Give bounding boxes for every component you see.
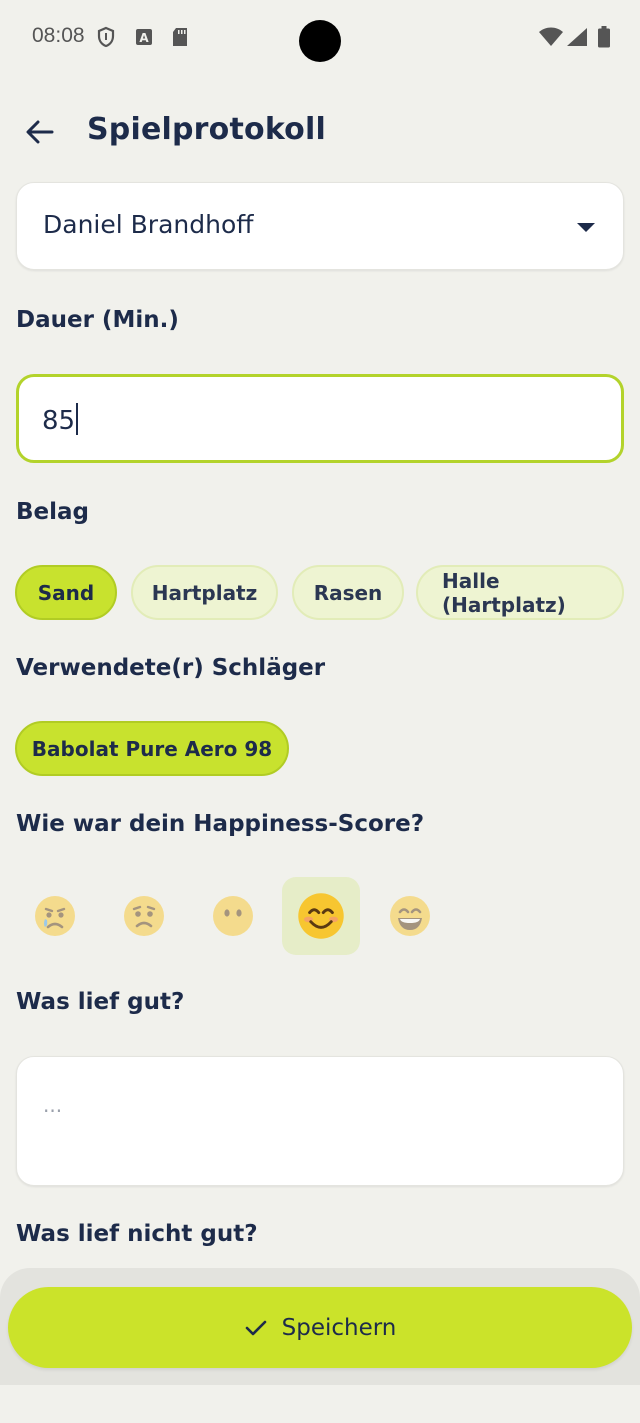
player-select-value: Daniel Brandhoff	[43, 210, 254, 239]
happiness-option-2[interactable]	[105, 877, 183, 955]
grinning-face-icon	[388, 894, 432, 938]
check-icon	[244, 1318, 268, 1338]
racket-chip[interactable]: Babolat Pure Aero 98	[15, 721, 289, 776]
front-camera	[299, 20, 341, 62]
racket-label: Verwendete(r) Schläger	[16, 655, 326, 681]
shield-icon	[96, 26, 116, 48]
save-button-label: Speichern	[281, 1314, 397, 1341]
happiness-option-1[interactable]	[16, 877, 94, 955]
duration-input[interactable]: 85	[16, 374, 624, 463]
status-time: 08:08	[32, 24, 85, 47]
save-button[interactable]: Speichern	[8, 1287, 632, 1368]
signal-icon	[566, 26, 588, 48]
back-button[interactable]	[22, 114, 58, 154]
went-well-textarea[interactable]: ...	[16, 1056, 624, 1186]
arrow-left-icon	[25, 119, 55, 149]
svg-text:A: A	[139, 31, 149, 45]
duration-label: Dauer (Min.)	[16, 307, 179, 333]
chevron-down-icon	[577, 223, 595, 232]
surface-chip-halle[interactable]: Halle (Hartplatz)	[416, 565, 624, 620]
wifi-icon	[538, 26, 564, 48]
battery-icon	[594, 26, 614, 48]
duration-value: 85	[42, 406, 76, 436]
surface-label: Belag	[16, 499, 89, 525]
smiling-face-icon	[296, 891, 346, 941]
sd-card-icon	[170, 26, 190, 48]
page-title: Spielprotokoll	[87, 112, 326, 147]
text-cursor	[76, 403, 79, 435]
worried-face-icon	[122, 894, 166, 938]
player-select[interactable]: Daniel Brandhoff	[16, 182, 624, 270]
system-nav-bar	[0, 1385, 640, 1423]
surface-chip-rasen[interactable]: Rasen	[292, 565, 404, 620]
crying-face-icon	[33, 894, 77, 938]
neutral-face-icon	[211, 894, 255, 938]
went-well-label: Was lief gut?	[16, 989, 185, 1015]
went-well-placeholder: ...	[43, 1093, 63, 1117]
a-keyboard-icon: A	[134, 26, 154, 48]
happiness-option-5[interactable]	[371, 877, 449, 955]
surface-chip-hartplatz[interactable]: Hartplatz	[131, 565, 278, 620]
surface-chip-sand[interactable]: Sand	[15, 565, 117, 620]
went-badly-label: Was lief nicht gut?	[16, 1221, 258, 1247]
happiness-option-3[interactable]	[194, 877, 272, 955]
happiness-label: Wie war dein Happiness-Score?	[16, 811, 425, 837]
happiness-option-4[interactable]	[282, 877, 360, 955]
